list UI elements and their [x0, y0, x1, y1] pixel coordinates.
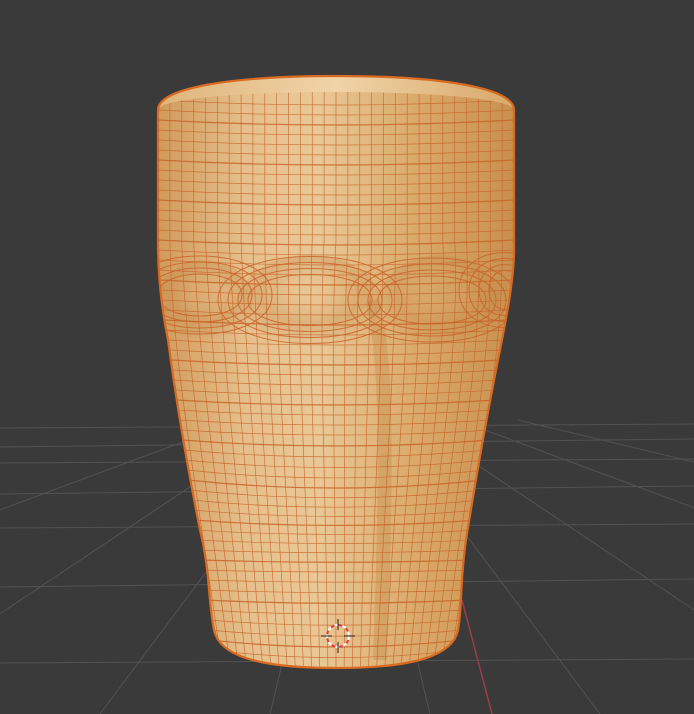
x-axis-line	[461, 599, 493, 714]
grid-line-v	[457, 419, 694, 509]
3d-viewport[interactable]	[0, 0, 694, 714]
grid-line-v	[517, 419, 694, 463]
cup-mesh[interactable]	[128, 74, 551, 670]
viewport-canvas[interactable]	[0, 0, 694, 714]
